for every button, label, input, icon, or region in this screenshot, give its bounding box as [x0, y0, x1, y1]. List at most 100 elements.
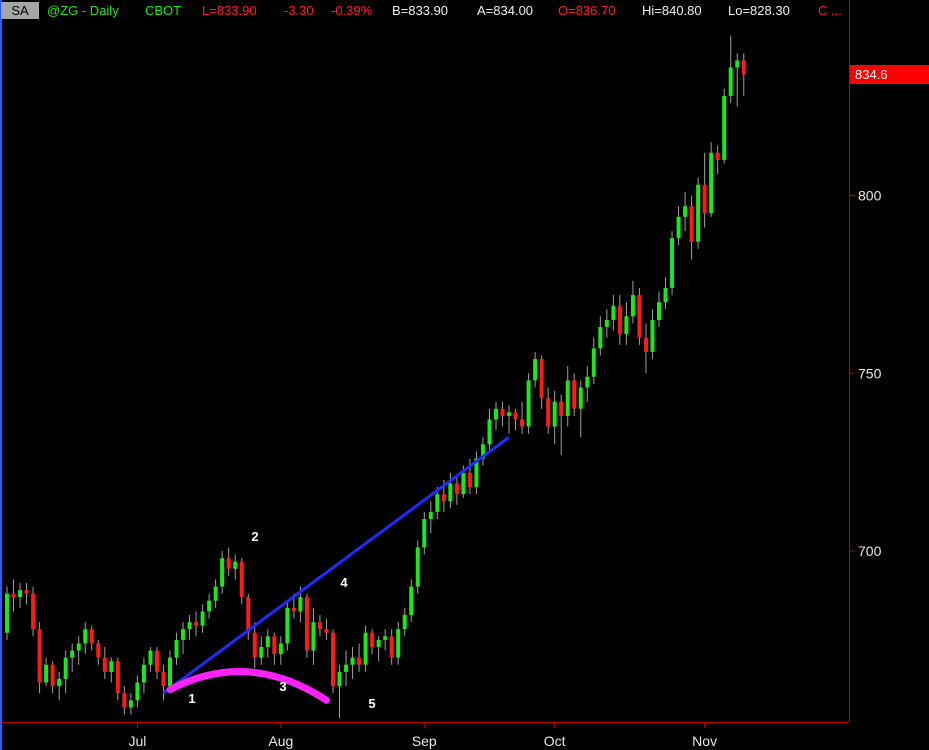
candle[interactable]	[44, 657, 49, 687]
candle[interactable]	[415, 540, 420, 594]
candle[interactable]	[357, 643, 362, 672]
candle[interactable]	[89, 625, 94, 651]
candle[interactable]	[18, 582, 23, 608]
candle[interactable]	[715, 145, 720, 175]
candle[interactable]	[480, 437, 485, 466]
candle[interactable]	[148, 646, 153, 672]
candle[interactable]	[657, 291, 661, 328]
candle[interactable]	[487, 408, 492, 452]
candle[interactable]	[683, 191, 688, 232]
candle[interactable]	[474, 451, 479, 495]
candle[interactable]	[344, 650, 349, 687]
candle[interactable]	[24, 582, 29, 605]
candle[interactable]	[591, 337, 596, 384]
candle[interactable]	[376, 636, 381, 662]
candle[interactable]	[526, 373, 531, 434]
candle[interactable]	[239, 558, 244, 605]
candle[interactable]	[337, 664, 342, 719]
candle[interactable]	[741, 53, 746, 96]
candle[interactable]	[324, 618, 329, 640]
candle[interactable]	[637, 287, 642, 345]
candle[interactable]	[428, 501, 433, 534]
candle[interactable]	[331, 629, 335, 694]
candle[interactable]	[285, 600, 290, 651]
candle[interactable]	[585, 366, 590, 402]
candle[interactable]	[578, 380, 583, 438]
candle[interactable]	[109, 657, 114, 683]
candle[interactable]	[370, 629, 375, 655]
candle[interactable]	[226, 547, 231, 576]
candle[interactable]	[389, 629, 394, 665]
candle[interactable]	[57, 671, 62, 701]
candle[interactable]	[278, 636, 283, 665]
candle[interactable]	[213, 579, 218, 608]
candle[interactable]	[63, 650, 68, 694]
candle[interactable]	[220, 551, 225, 594]
candle[interactable]	[650, 309, 655, 360]
candle[interactable]	[76, 636, 81, 665]
candle[interactable]	[174, 632, 179, 665]
candle[interactable]	[500, 401, 505, 427]
candle[interactable]	[624, 302, 629, 345]
candle[interactable]	[194, 611, 199, 637]
candle[interactable]	[252, 622, 257, 669]
candle[interactable]	[696, 177, 701, 249]
price-chart[interactable]: 1 2 3 4 5 700 750 800 Jul Aug Sep Oct Nov 834.6	[0, 0, 929, 750]
candle[interactable]	[161, 664, 166, 701]
candle[interactable]	[122, 686, 127, 715]
candle[interactable]	[533, 351, 538, 388]
candle[interactable]	[689, 195, 694, 260]
candle[interactable]	[265, 629, 270, 658]
candle[interactable]	[5, 586, 9, 640]
candle[interactable]	[422, 511, 427, 555]
candle[interactable]	[141, 657, 146, 694]
candle[interactable]	[37, 622, 42, 694]
candle[interactable]	[350, 646, 355, 679]
candle[interactable]	[670, 231, 675, 296]
candle[interactable]	[259, 636, 264, 665]
candle[interactable]	[311, 607, 316, 665]
candle[interactable]	[317, 614, 322, 637]
candle[interactable]	[709, 142, 714, 217]
candle[interactable]	[643, 323, 648, 374]
candle[interactable]	[233, 554, 238, 580]
candle[interactable]	[630, 280, 635, 324]
candle[interactable]	[396, 622, 401, 665]
candle[interactable]	[494, 401, 498, 431]
candle[interactable]	[187, 614, 192, 640]
candle[interactable]	[128, 693, 133, 715]
candle[interactable]	[102, 646, 107, 679]
candle[interactable]	[598, 316, 603, 356]
candle[interactable]	[617, 295, 622, 345]
candle[interactable]	[402, 607, 407, 637]
candle[interactable]	[722, 88, 727, 164]
candle[interactable]	[735, 53, 740, 107]
candle[interactable]	[513, 408, 518, 431]
candle[interactable]	[604, 309, 609, 338]
candle[interactable]	[363, 625, 368, 672]
candle[interactable]	[552, 391, 557, 445]
candle[interactable]	[304, 593, 309, 658]
candle[interactable]	[611, 295, 616, 331]
candle[interactable]	[154, 646, 159, 679]
candle[interactable]	[520, 401, 525, 434]
candle[interactable]	[83, 622, 88, 655]
candle[interactable]	[409, 579, 414, 623]
candle[interactable]	[565, 366, 570, 427]
candle[interactable]	[728, 35, 733, 104]
candle[interactable]	[676, 206, 681, 246]
symbol-box[interactable]: SA	[1, 2, 39, 19]
candle[interactable]	[200, 604, 205, 633]
candle[interactable]	[572, 373, 577, 416]
candle[interactable]	[539, 355, 544, 409]
candle[interactable]	[115, 657, 120, 701]
candle[interactable]	[663, 277, 668, 310]
candle[interactable]	[383, 629, 388, 651]
candle[interactable]	[507, 405, 512, 434]
candle[interactable]	[11, 579, 16, 612]
candle[interactable]	[546, 387, 551, 434]
candle[interactable]	[272, 632, 277, 665]
candle[interactable]	[181, 622, 186, 655]
candle[interactable]	[31, 586, 36, 637]
candle[interactable]	[454, 476, 459, 505]
